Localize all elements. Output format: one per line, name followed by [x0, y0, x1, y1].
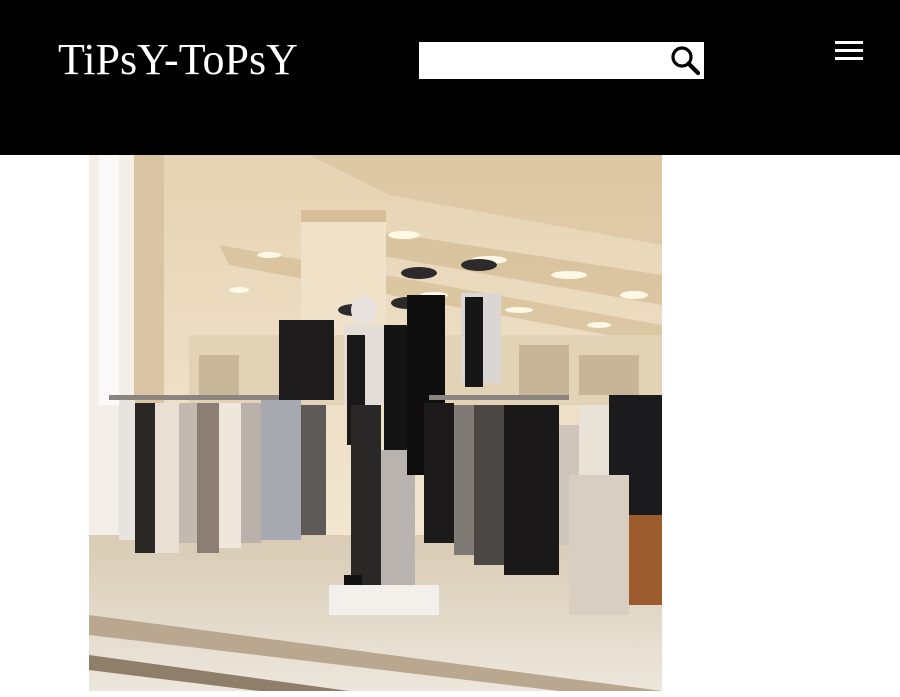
search-button[interactable] — [668, 44, 702, 77]
search-bar — [419, 42, 704, 79]
hero-image — [89, 155, 662, 691]
site-header: TiPsY-ToPsY — [0, 0, 900, 155]
hamburger-menu-button[interactable] — [833, 38, 865, 66]
search-icon — [671, 46, 701, 76]
site-logo[interactable]: TiPsY-ToPsY — [58, 33, 298, 87]
hamburger-menu-icon — [835, 41, 863, 44]
search-input[interactable] — [419, 42, 659, 79]
store-interior-image — [89, 155, 662, 691]
